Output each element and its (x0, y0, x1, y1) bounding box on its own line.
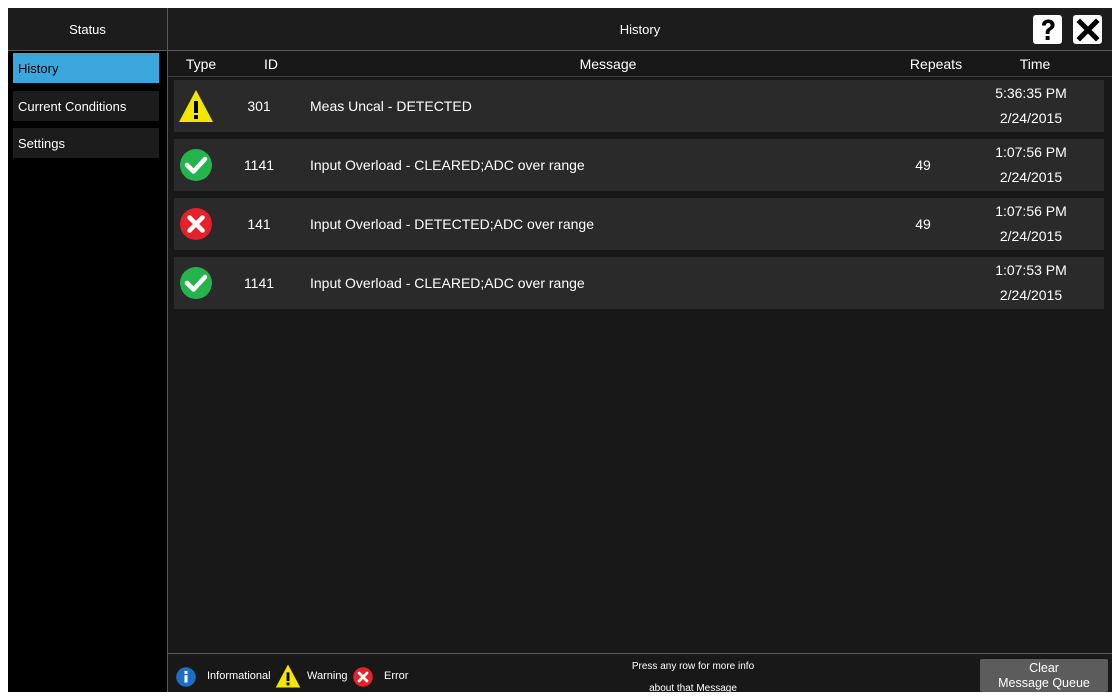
column-header-repeats: Repeats (909, 55, 963, 72)
column-header-time: Time (1019, 55, 1051, 72)
row-message: Input Overload - DETECTED;ADC over range (310, 216, 594, 232)
hint-line: Press any row for more info (631, 661, 755, 672)
hint-line: about that Message (649, 683, 737, 694)
info-icon (175, 666, 197, 688)
table-row[interactable]: 1141 Input Overload - CLEARED;ADC over r… (174, 257, 1104, 309)
check-circle-icon (178, 147, 214, 183)
help-button[interactable] (1033, 15, 1062, 44)
sidebar-item-current-conditions[interactable]: Current Conditions (13, 91, 159, 121)
row-repeats: 49 (915, 216, 931, 232)
table-row[interactable]: 301 Meas Uncal - DETECTED 5:36:35 PM 2/2… (174, 80, 1104, 132)
table-row[interactable]: 1141 Input Overload - CLEARED;ADC over r… (174, 139, 1104, 191)
row-time: 1:07:53 PM (995, 262, 1067, 278)
row-repeats: 49 (915, 157, 931, 173)
column-header-id: ID (264, 55, 278, 72)
sidebar-item-history[interactable]: History (13, 53, 159, 83)
row-time: 5:36:35 PM (995, 85, 1067, 101)
sidebar-header: Status (8, 8, 167, 50)
row-date: 2/24/2015 (999, 110, 1063, 126)
footer-hint: Press any row for more info about that M… (568, 656, 818, 700)
check-circle-icon (178, 265, 214, 301)
row-date: 2/24/2015 (999, 169, 1063, 185)
status-window: Status History Current Conditions Settin… (8, 8, 1112, 694)
button-label: Clear (1029, 660, 1059, 675)
close-button[interactable] (1073, 15, 1102, 44)
warning-icon (275, 663, 301, 689)
divider (8, 50, 167, 51)
page-title: History (619, 21, 661, 37)
sidebar-item-settings[interactable]: Settings (13, 128, 159, 158)
row-time: 1:07:56 PM (995, 203, 1067, 219)
row-message: Input Overload - CLEARED;ADC over range (310, 157, 585, 173)
warning-icon (178, 88, 214, 124)
row-id: 141 (247, 216, 271, 232)
row-date: 2/24/2015 (999, 287, 1063, 303)
divider (168, 653, 1112, 654)
error-icon (352, 666, 374, 688)
close-icon (1075, 17, 1100, 42)
row-id: 1141 (243, 157, 275, 173)
sidebar: Status History Current Conditions Settin… (8, 8, 167, 692)
row-repeats (888, 257, 958, 309)
row-repeats (888, 80, 958, 132)
column-header-type: Type (185, 55, 217, 72)
legend-label-error: Error (384, 670, 409, 682)
row-time: 1:07:56 PM (995, 144, 1067, 160)
history-panel: History Type ID Message Repeats Time 301… (168, 8, 1112, 694)
row-message: Input Overload - CLEARED;ADC over range (310, 275, 585, 291)
button-label: Message Queue (998, 675, 1090, 690)
clear-message-queue-button[interactable]: Clear Message Queue (980, 659, 1108, 692)
row-id: 1141 (243, 275, 275, 291)
legend-label-warning: Warning (307, 670, 348, 682)
row-date: 2/24/2015 (999, 228, 1063, 244)
divider (168, 76, 1112, 77)
table-row[interactable]: 141 Input Overload - DETECTED;ADC over r… (174, 198, 1104, 250)
column-header-message: Message (579, 55, 637, 72)
error-icon (178, 206, 214, 242)
legend-label-informational: Informational (207, 670, 271, 682)
help-icon (1041, 19, 1055, 40)
row-message: Meas Uncal - DETECTED (310, 98, 472, 114)
row-id: 301 (247, 98, 271, 114)
